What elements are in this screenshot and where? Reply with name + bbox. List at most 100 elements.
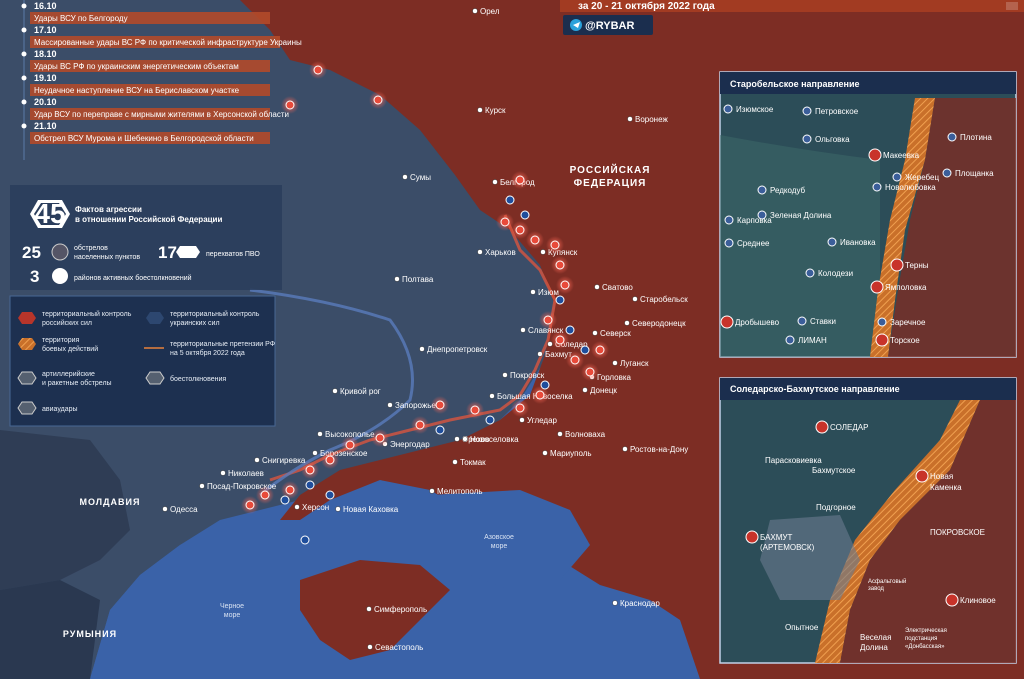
- inset1-label: Изюмское: [736, 105, 774, 114]
- legend-artillery-swatch: [17, 371, 37, 385]
- shelling-icon: [325, 455, 335, 465]
- inset1-label: Дробышево: [735, 318, 780, 327]
- city-dot: [582, 387, 588, 393]
- header-title: за 20 - 21 октября 2022 года: [578, 0, 715, 12]
- inset2-label: Электрическая: [905, 628, 947, 634]
- city-dot: [162, 506, 168, 512]
- city-dot: [542, 450, 548, 456]
- shelling-icon: [530, 235, 540, 245]
- city-dot: [452, 459, 458, 465]
- city-dot: [387, 402, 393, 408]
- shelling-icon: [245, 500, 255, 510]
- city-dot: [537, 351, 543, 357]
- stats-districts-label: районов активных боестолкновений: [74, 274, 192, 282]
- clash-icon: [300, 535, 310, 545]
- city-dot: [220, 470, 226, 476]
- legend-clash-swatch: [145, 371, 165, 385]
- shelling-icon: [470, 405, 480, 415]
- legend-ru-2: российских сил: [42, 319, 92, 327]
- shelling-icon: [375, 433, 385, 443]
- timeline-date: 20.10: [34, 97, 57, 107]
- clash-icon: [540, 380, 550, 390]
- city-dot: [627, 116, 633, 122]
- stats-total: 45: [34, 198, 65, 229]
- inset2-label: БАХМУТ: [760, 533, 792, 542]
- inset-bakhmut: Соледарско-Бахмутское направление СОЛЕДА…: [719, 377, 1017, 664]
- city-dot: [332, 388, 338, 394]
- city-label: Харьков: [485, 248, 516, 257]
- inset2-label: ПОКРОВСКОЕ: [930, 528, 985, 537]
- city-dot: [366, 606, 372, 612]
- city-label: Мелитополь: [437, 487, 483, 496]
- clash-icon: [280, 495, 290, 505]
- inset2-title: Соледарско-Бахмутское направление: [730, 384, 900, 394]
- shelling-icon: [555, 335, 565, 345]
- shelling-icon: [313, 65, 323, 75]
- city-dot: [624, 320, 630, 326]
- inset1-label: Ивановка: [840, 238, 876, 247]
- city-dot: [557, 431, 563, 437]
- shelling-icon: [515, 403, 525, 413]
- city-label: Мариуполь: [550, 449, 592, 458]
- city-dot: [492, 179, 498, 185]
- inset1-clash-icon: [892, 172, 902, 182]
- inset1-strike-icon: [890, 258, 904, 272]
- stats-total-label-1: Фактов агрессии: [75, 205, 142, 214]
- city-label: Волноваха: [565, 430, 606, 439]
- inset2-strike-icon: [815, 420, 829, 434]
- inset2-label: подстанция: [905, 636, 937, 642]
- city-label: Луганск: [620, 359, 649, 368]
- inset1-strike-icon: [875, 333, 889, 347]
- inset2-strike-icon: [915, 469, 929, 483]
- inset1-clash-icon: [797, 316, 807, 326]
- inset2-label: Асфальтовый: [868, 578, 906, 585]
- inset1-clash-icon: [947, 132, 957, 142]
- city-dot: [540, 249, 546, 255]
- inset1-title: Старобельское направление: [730, 79, 860, 89]
- timeline-dot: [21, 75, 27, 81]
- inset1-label: Жеребец: [905, 173, 939, 182]
- inset2-bakhmut-town: [760, 515, 860, 600]
- inset2-label: Долина: [860, 643, 888, 652]
- city-dot: [477, 249, 483, 255]
- inset1-label: Редкодуб: [770, 186, 806, 195]
- timeline-event: Неудачное наступление ВСУ на Бериславско…: [34, 86, 240, 95]
- inset1-strike-icon: [720, 315, 734, 329]
- city-dot: [632, 296, 638, 302]
- city-dot: [622, 446, 628, 452]
- timeline-date: 18.10: [34, 49, 57, 59]
- stats-intercepts-label: перехватов ПВО: [206, 251, 260, 258]
- shelling-icon: [595, 345, 605, 355]
- city-dot: [462, 436, 468, 442]
- stats-intercepts-num: 17: [158, 243, 177, 262]
- city-label: Сватово: [602, 283, 633, 292]
- inset2-strike-icon: [745, 530, 759, 544]
- inset1-label: Ямполовка: [885, 283, 927, 292]
- city-label: Курск: [485, 106, 506, 115]
- stats-total-label-2: в отношении Российской Федерации: [75, 215, 222, 224]
- inset1-label: Терны: [905, 261, 929, 270]
- timeline-dot: [21, 123, 27, 129]
- shelling-icon: [515, 175, 525, 185]
- city-dot: [294, 504, 300, 510]
- shelling-icon: [415, 420, 425, 430]
- clash-icon: [555, 295, 565, 305]
- shelling-icon: [285, 485, 295, 495]
- city-label: Донецк: [590, 386, 617, 395]
- city-dot: [394, 276, 400, 282]
- city-label: Токмак: [460, 458, 486, 467]
- inset1-label: ЛИМАН: [798, 336, 827, 345]
- shelling-icon: [515, 225, 525, 235]
- inset-starobelsk: Старобельское направление Изюмское Петров…: [719, 71, 1017, 358]
- inset2-label: Опытное: [785, 623, 819, 632]
- inset1-label: Карповка: [737, 216, 772, 225]
- stats-shellings-label-1: обстрелов: [74, 244, 108, 252]
- city-label: Энергодар: [390, 440, 430, 449]
- inset2-label: Клиновое: [960, 596, 996, 605]
- inset2-label: СОЛЕДАР: [830, 423, 868, 432]
- city-label: Северск: [600, 329, 631, 338]
- label-moldova: МОЛДАВИЯ: [80, 497, 141, 507]
- legend-airstrikes: авиаудары: [42, 406, 78, 413]
- inset1-label: Ставки: [810, 317, 836, 326]
- city-label: Новоселовка: [470, 435, 519, 444]
